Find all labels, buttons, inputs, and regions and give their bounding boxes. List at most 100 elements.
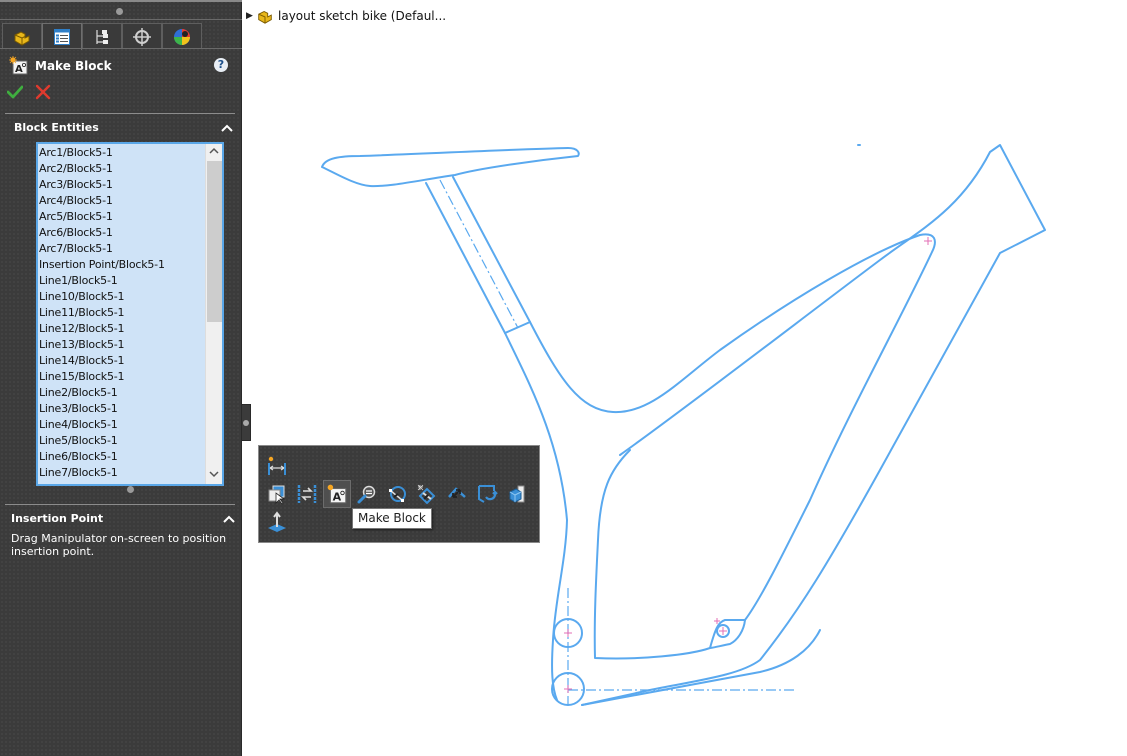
list-item[interactable]: Line10/Block5-1: [39, 289, 204, 305]
view-cube-icon: [509, 485, 525, 503]
make-block-icon: A: [9, 56, 28, 75]
convert-entities-icon: [478, 485, 498, 503]
appearance-sphere-icon: [174, 28, 190, 45]
crosshair-icon: [133, 27, 151, 46]
relations-icon: [297, 485, 317, 503]
tooltip: Make Block: [352, 508, 432, 529]
list-item[interactable]: Arc3/Block5-1: [39, 177, 204, 193]
list-item[interactable]: Line15/Block5-1: [39, 369, 204, 385]
zoom-to-selection-button[interactable]: [355, 482, 379, 506]
zoom-selection-icon: [357, 485, 376, 504]
list-item[interactable]: Arc2/Block5-1: [39, 161, 204, 177]
part-name: layout sketch bike (Defaul...: [278, 9, 447, 23]
feature-tree-root[interactable]: ▶ layout sketch bike (Defaul...: [246, 6, 446, 26]
section-divider: [5, 113, 235, 114]
rotate-entities-button[interactable]: [385, 482, 409, 506]
chevron-down-icon: [209, 471, 219, 478]
select-other-icon: [268, 485, 286, 505]
seatpost-right: [452, 176, 531, 323]
part-icon: [258, 10, 272, 24]
view-normal-button[interactable]: [505, 482, 529, 506]
list-item[interactable]: Arc1/Block5-1: [39, 145, 204, 161]
list-item[interactable]: Line13/Block5-1: [39, 337, 204, 353]
list-item[interactable]: Line11/Block5-1: [39, 305, 204, 321]
list-item[interactable]: Line6/Block5-1: [39, 449, 204, 465]
panel-top-border: [0, 0, 242, 2]
smart-dimension-icon: [268, 456, 286, 475]
divider: [0, 19, 242, 20]
list-item[interactable]: Line7/Block5-1: [39, 465, 204, 481]
insert-block-button[interactable]: [415, 482, 439, 506]
normal-to-button[interactable]: [265, 510, 289, 534]
list-item[interactable]: Line14/Block5-1: [39, 353, 204, 369]
scrollbar-thumb[interactable]: [207, 161, 222, 322]
convert-entities-button[interactable]: [475, 482, 499, 506]
add-relation-button[interactable]: [295, 482, 319, 506]
checkmark-icon: [6, 85, 24, 99]
down-tube-inner: [593, 449, 711, 660]
list-item[interactable]: Line1/Block5-1: [39, 273, 204, 289]
seatpost-left: [425, 182, 506, 334]
section-divider: [5, 504, 235, 505]
saddle-outline: [321, 147, 580, 188]
sketch-point: [924, 237, 932, 245]
list-item[interactable]: Arc7/Block5-1: [39, 241, 204, 257]
list-scrollbar[interactable]: [205, 144, 222, 484]
list-item[interactable]: Line2/Block5-1: [39, 385, 204, 401]
help-button[interactable]: ?: [214, 58, 228, 72]
top-tube-inner: [529, 233, 936, 621]
block-entities-title: Block Entities: [14, 121, 99, 134]
list-item[interactable]: Line4/Block5-1: [39, 417, 204, 433]
select-other-button[interactable]: [265, 482, 289, 506]
ok-button[interactable]: [6, 84, 24, 100]
scroll-down-button[interactable]: [206, 467, 222, 484]
list-item[interactable]: Insertion Point/Block5-1: [39, 257, 204, 273]
property-list-icon: [54, 29, 70, 45]
make-block-button[interactable]: A: [323, 480, 351, 508]
tab-feature-manager[interactable]: [2, 23, 42, 49]
list-item[interactable]: Arc4/Block5-1: [39, 193, 204, 209]
chevron-up-icon: [209, 147, 219, 154]
list-item[interactable]: Line3/Block5-1: [39, 401, 204, 417]
sketch-point: [564, 685, 572, 693]
tab-dimxpert-manager[interactable]: [122, 23, 162, 49]
chainstay-bottom: [581, 629, 821, 706]
tab-display-manager[interactable]: [162, 23, 202, 49]
list-resize-grip[interactable]: [127, 486, 134, 493]
svg-text:A: A: [333, 491, 342, 504]
divider: [0, 48, 242, 49]
sketch-point: [564, 629, 572, 637]
property-manager-panel: A Make Block ? Block Entities Arc1/Block…: [0, 0, 242, 756]
part-icon: [14, 30, 30, 46]
list-item[interactable]: Line12/Block5-1: [39, 321, 204, 337]
entity-items: Arc1/Block5-1 Arc2/Block5-1 Arc3/Block5-…: [39, 145, 204, 481]
stretch-entities-icon: [448, 487, 466, 498]
block-entities-list[interactable]: Arc1/Block5-1 Arc2/Block5-1 Arc3/Block5-…: [36, 142, 224, 486]
tab-configuration-manager[interactable]: [82, 23, 122, 49]
graphics-area[interactable]: [243, 0, 1127, 756]
list-item[interactable]: Arc6/Block5-1: [39, 225, 204, 241]
stretch-entities-button[interactable]: [445, 482, 469, 506]
tab-property-manager[interactable]: [42, 23, 82, 50]
sketch-point: [719, 627, 727, 635]
chevron-up-icon[interactable]: [222, 514, 236, 524]
property-manager-title: Make Block: [35, 59, 112, 73]
list-item[interactable]: Arc5/Block5-1: [39, 209, 204, 225]
expand-arrow-icon[interactable]: ▶: [246, 11, 256, 21]
rotate-entities-icon: [389, 486, 406, 502]
manager-tabs: [2, 23, 202, 50]
scroll-up-button[interactable]: [206, 144, 222, 161]
close-icon: [35, 84, 51, 100]
insert-block-icon: [417, 484, 436, 505]
insertion-point-title: Insertion Point: [11, 512, 104, 525]
property-manager-header: A Make Block ?: [9, 55, 234, 77]
panel-resize-grip[interactable]: [116, 8, 123, 15]
seatpost-centerline: [439, 179, 519, 329]
make-block-icon: A: [327, 484, 347, 504]
configuration-tree-icon: [96, 29, 108, 44]
chevron-up-icon[interactable]: [220, 123, 234, 133]
cancel-button[interactable]: [35, 84, 51, 100]
list-item[interactable]: Line5/Block5-1: [39, 433, 204, 449]
insertion-point-description: Drag Manipulator on-screen to position i…: [11, 532, 227, 558]
smart-dimension-button[interactable]: [265, 454, 289, 478]
